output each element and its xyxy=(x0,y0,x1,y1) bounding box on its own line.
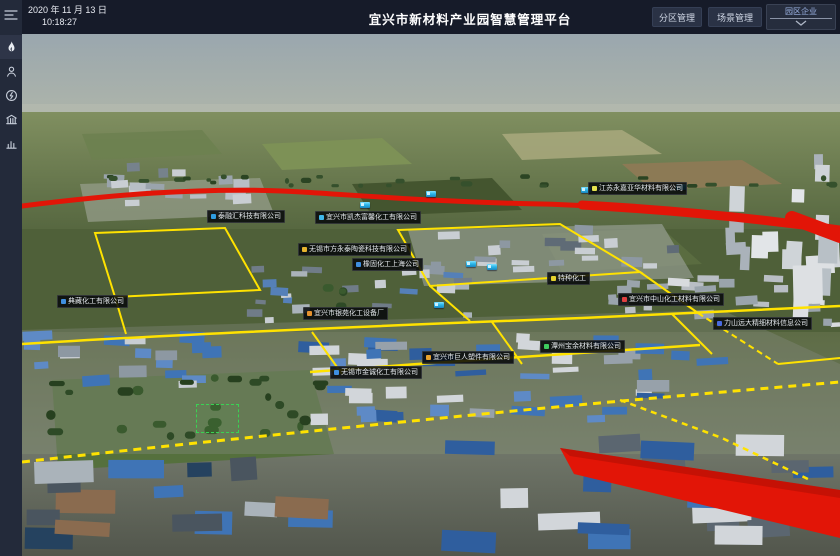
vehicle-marker[interactable] xyxy=(426,191,436,197)
datetime-block: 2020 年 11 月 13 日 10:18:27 xyxy=(28,4,107,28)
map-company-label[interactable]: 潭州宝余材料有限公司 xyxy=(540,340,625,353)
company-label-text: 无锡市方永泰陶瓷科技有限公司 xyxy=(309,245,407,254)
map-company-label[interactable]: 力山远大精细材料信息公司 xyxy=(713,317,812,330)
map-company-label[interactable]: 泰融汇科技有限公司 xyxy=(207,210,285,223)
map-company-label[interactable]: 宜兴市银苑化工设备厂 xyxy=(303,307,388,320)
company-label-text: 典藏化工有限公司 xyxy=(68,297,124,306)
company-marker-icon xyxy=(356,262,361,267)
sidebar-item-statistics[interactable] xyxy=(0,131,22,155)
company-marker-icon xyxy=(426,355,431,360)
map-company-label[interactable]: 特种化工 xyxy=(547,272,590,285)
company-label-text: 潭州宝余材料有限公司 xyxy=(551,342,621,351)
map-company-label[interactable]: 无锡市金诚化工有限公司 xyxy=(330,366,422,379)
company-label-text: 特种化工 xyxy=(558,274,586,283)
company-marker-icon xyxy=(622,297,627,302)
sidebar-item-factory[interactable] xyxy=(0,107,22,131)
map-company-label[interactable]: 无锡市方永泰陶瓷科技有限公司 xyxy=(298,243,411,256)
company-marker-icon xyxy=(592,186,597,191)
top-header-bar: 2020 年 11 月 13 日 10:18:27 宜兴市新材料产业园智慧管理平… xyxy=(0,0,840,34)
company-marker-icon xyxy=(544,344,549,349)
company-label-text: 江苏永嘉亚华材料有限公司 xyxy=(599,184,683,193)
left-toolbar xyxy=(0,0,22,556)
company-label-text: 泰融汇科技有限公司 xyxy=(218,212,281,221)
company-marker-icon xyxy=(302,247,307,252)
vehicle-marker[interactable] xyxy=(360,202,370,208)
company-label-text: 无锡市金诚化工有限公司 xyxy=(341,368,418,377)
company-marker-icon xyxy=(307,311,312,316)
company-label-text: 力山远大精细材料信息公司 xyxy=(724,319,808,328)
park-enterprise-dropdown[interactable]: 园区企业 xyxy=(766,4,836,30)
company-label-text: 宜兴市中山化工材料有限公司 xyxy=(629,295,720,304)
factory-icon xyxy=(5,113,18,126)
vehicle-marker[interactable] xyxy=(487,264,497,270)
company-label-text: 宜兴市巨人塑件有限公司 xyxy=(433,353,510,362)
sidebar-item-fire[interactable] xyxy=(0,35,22,59)
chevron-down-icon xyxy=(795,20,807,26)
map-3d-viewport[interactable]: 泰融汇科技有限公司 宜兴市凯杰富馨化工有限公司 无锡市方永泰陶瓷科技有限公司 橡… xyxy=(22,34,840,556)
company-label-text: 宜兴市银苑化工设备厂 xyxy=(314,309,384,318)
map-company-label[interactable]: 橡固化工上海公司 xyxy=(352,258,423,271)
company-label-text: 橡固化工上海公司 xyxy=(363,260,419,269)
company-marker-icon xyxy=(61,299,66,304)
current-date: 2020 年 11 月 13 日 xyxy=(28,4,107,16)
map-company-label[interactable]: 宜兴市中山化工材料有限公司 xyxy=(618,293,724,306)
vehicle-marker[interactable] xyxy=(466,261,476,267)
page-title: 宜兴市新材料产业园智慧管理平台 xyxy=(369,9,572,28)
scene-manage-button[interactable]: 场景管理 xyxy=(708,7,762,27)
company-marker-icon xyxy=(334,370,339,375)
map-company-label[interactable]: 宜兴市巨人塑件有限公司 xyxy=(422,351,514,364)
sidebar-item-user[interactable] xyxy=(0,59,22,83)
dropdown-label: 园区企业 xyxy=(785,6,817,17)
dropdown-divider xyxy=(770,18,832,19)
vehicle-marker[interactable] xyxy=(434,302,444,308)
bar-chart-icon xyxy=(5,137,18,150)
company-marker-icon xyxy=(319,215,324,220)
map-company-label[interactable]: 宜兴市凯杰富馨化工有限公司 xyxy=(315,211,421,224)
sidebar-item-menu[interactable] xyxy=(0,3,22,27)
company-label-text: 宜兴市凯杰富馨化工有限公司 xyxy=(326,213,417,222)
company-marker-icon xyxy=(211,214,216,219)
partition-manage-button[interactable]: 分区管理 xyxy=(652,7,702,27)
map-company-label[interactable]: 江苏永嘉亚华材料有限公司 xyxy=(588,182,687,195)
user-icon xyxy=(5,65,18,78)
sidebar-item-power[interactable] xyxy=(0,83,22,107)
company-marker-icon xyxy=(551,276,556,281)
power-icon xyxy=(5,89,18,102)
map-company-label[interactable]: 典藏化工有限公司 xyxy=(57,295,128,308)
company-marker-icon xyxy=(717,321,722,326)
map-selection-rect[interactable] xyxy=(196,404,239,433)
menu-icon xyxy=(4,9,18,21)
fire-icon xyxy=(5,40,18,54)
current-time: 10:18:27 xyxy=(42,16,107,28)
